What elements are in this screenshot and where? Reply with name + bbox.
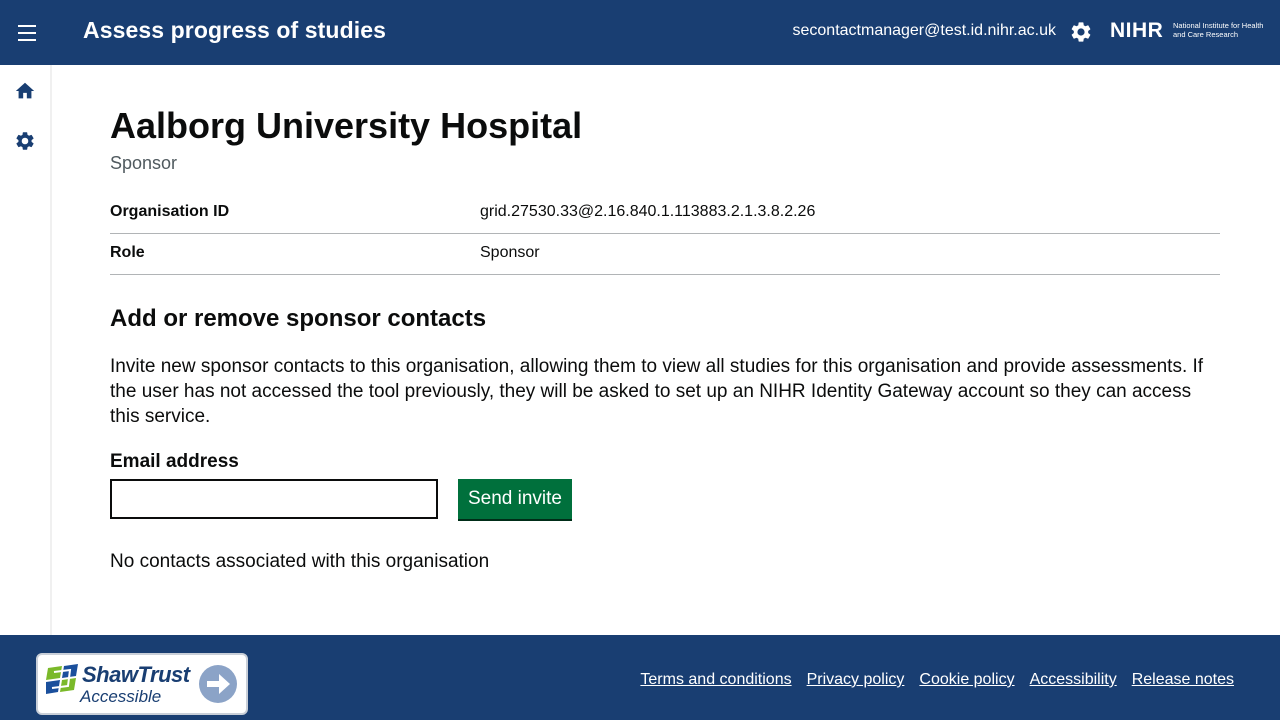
summary-value: Sponsor — [480, 244, 540, 261]
cookie-link[interactable]: Cookie policy — [919, 671, 1014, 689]
nihr-logo[interactable]: NIHR National Institute for Health and C… — [1110, 19, 1270, 45]
gear-icon[interactable] — [1069, 20, 1093, 44]
summary-row: Role Sponsor — [110, 234, 1220, 275]
email-field[interactable] — [110, 479, 438, 519]
arrow-right-icon — [199, 665, 237, 703]
section-heading: Add or remove sponsor contacts — [110, 305, 487, 332]
home-icon[interactable] — [14, 80, 36, 102]
nihr-logo-subtitle: National Institute for Health and Care R… — [1173, 21, 1264, 39]
summary-value: grid.27530.33@2.16.840.1.113883.2.1.3.8.… — [480, 203, 816, 220]
release-notes-link[interactable]: Release notes — [1132, 671, 1234, 689]
summary-key: Organisation ID — [110, 203, 230, 220]
user-email: secontactmanager@test.id.nihr.ac.uk — [792, 22, 1057, 39]
shaw-trust-accessible-badge[interactable]: ShawTrust Accessible — [36, 653, 248, 715]
app-title[interactable]: Assess progress of studies — [83, 17, 386, 44]
footer-links: Terms and conditions Privacy policy Cook… — [640, 671, 1234, 689]
shaw-trust-logo-icon — [46, 664, 78, 694]
org-role-caption: Sponsor — [110, 153, 178, 173]
summary-key: Role — [110, 244, 145, 261]
intro-text: Invite new sponsor contacts to this orga… — [110, 356, 1204, 427]
summary-row: Organisation ID grid.27530.33@2.16.840.1… — [110, 193, 1220, 234]
privacy-link[interactable]: Privacy policy — [807, 671, 905, 689]
send-invite-button[interactable]: Send invite — [458, 479, 572, 519]
badge-subtitle: Accessible — [80, 687, 162, 706]
hamburger-icon[interactable] — [14, 20, 40, 46]
gear-icon[interactable] — [14, 130, 36, 152]
page-title: Aalborg University Hospital — [110, 105, 583, 146]
sidebar — [0, 65, 52, 635]
summary-list: Organisation ID grid.27530.33@2.16.840.1… — [110, 193, 1220, 275]
app-header: Assess progress of studies secontactmana… — [0, 0, 1280, 65]
nihr-logo-mark: NIHR — [1110, 19, 1164, 42]
email-label: Email address — [110, 451, 239, 472]
no-contacts-message: No contacts associated with this organis… — [110, 551, 490, 572]
footer: ShawTrust Accessible Terms and condition… — [0, 635, 1280, 720]
accessibility-link[interactable]: Accessibility — [1030, 671, 1117, 689]
badge-title: ShawTrust — [82, 662, 190, 687]
terms-link[interactable]: Terms and conditions — [640, 671, 791, 689]
